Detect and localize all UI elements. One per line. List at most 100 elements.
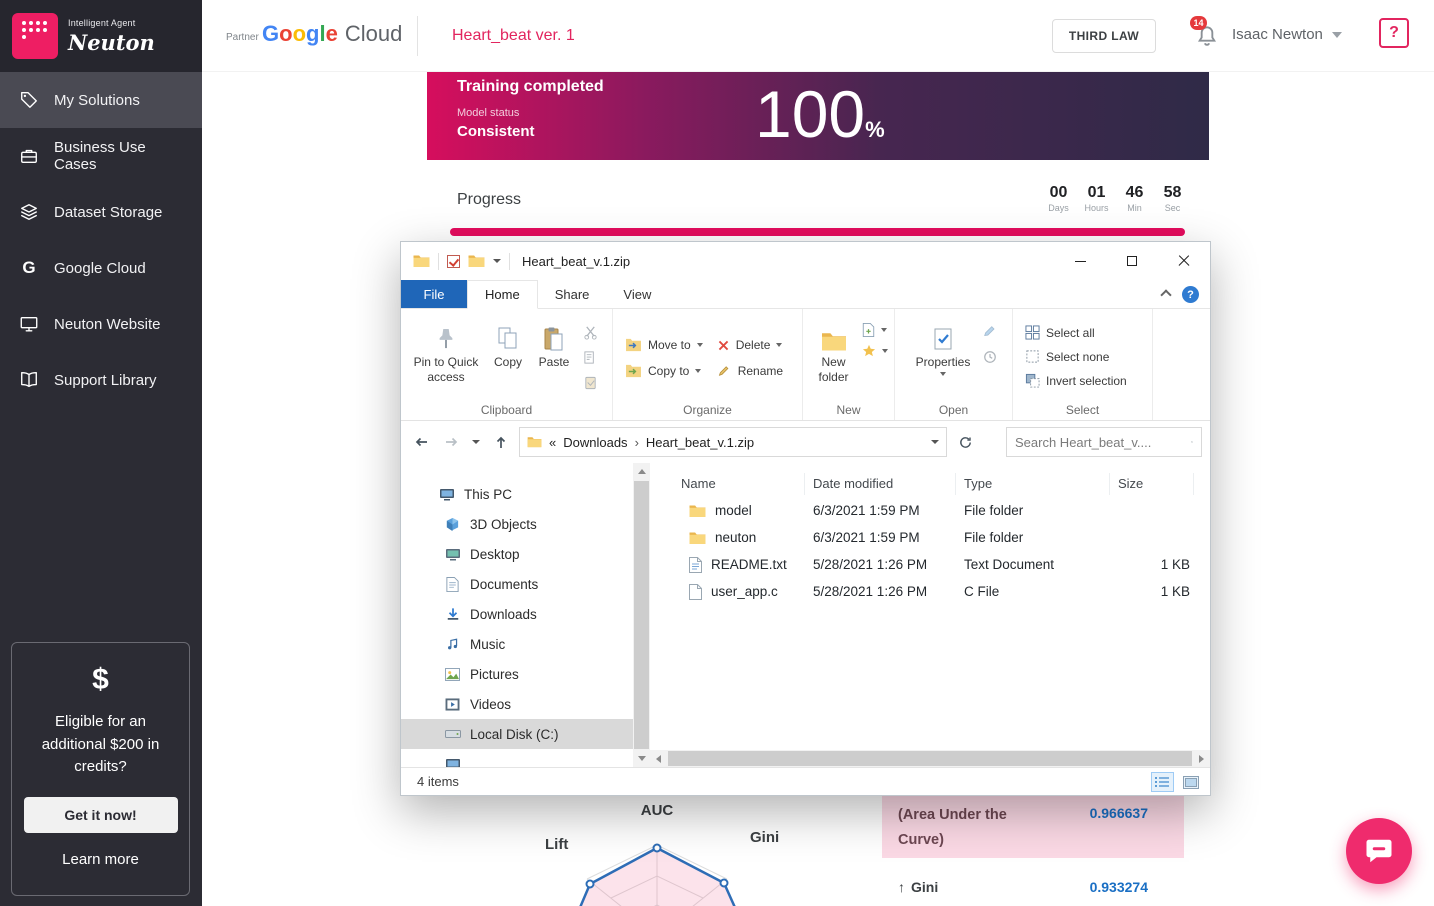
brand-logo[interactable]: Intelligent Agent Neuton	[0, 0, 202, 72]
back-button[interactable]	[409, 430, 433, 454]
explorer-help-button[interactable]: ?	[1182, 286, 1199, 303]
tag-icon	[18, 89, 40, 111]
nav-item-local-disk-c[interactable]: Local Disk (C:)	[401, 719, 633, 749]
address-box[interactable]: « Downloads › Heart_beat_v.1.zip	[519, 427, 947, 457]
column-size[interactable]: Size	[1110, 473, 1194, 495]
get-it-now-button[interactable]: Get it now!	[24, 797, 178, 833]
paste-shortcut-icon[interactable]	[581, 373, 599, 391]
pin-icon	[407, 318, 485, 352]
scroll-up-icon[interactable]	[633, 463, 650, 480]
pin-to-quick-access-button[interactable]: Pin to Quick access	[407, 314, 485, 402]
minimize-button[interactable]	[1054, 242, 1106, 280]
select-all-button[interactable]: Select all	[1025, 325, 1127, 340]
nav-item-music[interactable]: Music	[401, 629, 633, 659]
nav-item-this-pc[interactable]: This PC	[401, 479, 633, 509]
thumbnail-view-button[interactable]	[1179, 772, 1202, 792]
neuton-logo-icon	[12, 13, 58, 59]
edit-icon[interactable]	[981, 323, 999, 341]
copy-path-icon[interactable]	[581, 348, 599, 366]
horizontal-scrollbar[interactable]	[650, 750, 1210, 767]
properties-button[interactable]: Properties	[909, 314, 977, 402]
search-input[interactable]	[1015, 435, 1191, 450]
column-date-modified[interactable]: Date modified	[805, 473, 956, 495]
recent-locations-button[interactable]	[469, 430, 483, 454]
sidebar-item-neuton-website[interactable]: Neuton Website	[0, 296, 202, 352]
sidebar-item-my-solutions[interactable]: My Solutions	[0, 72, 202, 128]
scrollbar-thumb[interactable]	[634, 481, 649, 749]
details-view-button[interactable]	[1151, 772, 1174, 792]
qat-dropdown-icon[interactable]	[493, 259, 501, 263]
column-name[interactable]: Name	[681, 473, 805, 495]
scroll-down-icon[interactable]	[633, 750, 650, 767]
tab-share[interactable]: Share	[538, 280, 607, 308]
nav-item-downloads[interactable]: Downloads	[401, 599, 633, 629]
tab-file[interactable]: File	[401, 280, 467, 308]
third-law-button[interactable]: THIRD LAW	[1052, 19, 1156, 53]
collapse-ribbon-icon[interactable]	[1160, 289, 1171, 300]
breadcrumb-downloads[interactable]: Downloads	[563, 435, 627, 450]
nav-item-documents[interactable]: Documents	[401, 569, 633, 599]
scrollbar-thumb[interactable]	[668, 751, 1192, 766]
tab-home[interactable]: Home	[467, 280, 538, 309]
column-type[interactable]: Type	[956, 473, 1110, 495]
scroll-left-icon[interactable]	[650, 750, 667, 767]
timer-value: 01	[1084, 184, 1109, 202]
collapsed-path-icon[interactable]: «	[549, 435, 556, 450]
chevron-down-icon	[940, 372, 946, 376]
close-button[interactable]	[1158, 242, 1210, 280]
invert-selection-button[interactable]: Invert selection	[1025, 373, 1127, 388]
new-small-buttons	[862, 314, 888, 402]
notifications-button[interactable]: 14	[1196, 24, 1220, 48]
file-row-model[interactable]: model 6/3/2021 1:59 PM File folder	[650, 497, 1210, 524]
google-letter: g	[306, 21, 319, 47]
easy-access-button[interactable]	[862, 344, 888, 357]
breadcrumb-current[interactable]: Heart_beat_v.1.zip	[646, 435, 754, 450]
chat-widget-button[interactable]	[1346, 818, 1412, 884]
file-row-neuton[interactable]: neuton 6/3/2021 1:59 PM File folder	[650, 524, 1210, 551]
solution-title: Heart_beat ver. 1	[452, 27, 575, 45]
delete-button[interactable]: Delete	[717, 338, 783, 352]
sidebar-item-support-library[interactable]: Support Library	[0, 352, 202, 408]
nav-item-3d-objects[interactable]: 3D Objects	[401, 509, 633, 539]
qat-checkbox-icon[interactable]	[447, 255, 460, 268]
select-none-button[interactable]: Select none	[1025, 349, 1127, 364]
address-dropdown-icon[interactable]	[931, 440, 939, 444]
user-menu[interactable]: Isaac Newton	[1232, 26, 1342, 43]
tree-scrollbar[interactable]	[633, 463, 650, 767]
move-to-button[interactable]: Move to	[625, 338, 703, 352]
nav-item-partial[interactable]	[401, 749, 633, 767]
copy-button[interactable]: Copy	[485, 314, 531, 402]
maximize-button[interactable]	[1106, 242, 1158, 280]
forward-button[interactable]	[439, 430, 463, 454]
tab-view[interactable]: View	[606, 280, 668, 308]
search-icon[interactable]	[1191, 435, 1193, 449]
refresh-button[interactable]	[953, 430, 977, 454]
explorer-titlebar[interactable]: Heart_beat_v.1.zip	[401, 242, 1210, 280]
help-button[interactable]: ?	[1379, 18, 1409, 48]
nav-item-videos[interactable]: Videos	[401, 689, 633, 719]
new-item-button[interactable]	[862, 323, 888, 337]
learn-more-link[interactable]: Learn more	[62, 851, 139, 868]
new-folder-label: New folder	[818, 355, 848, 384]
paste-button[interactable]: Paste	[531, 314, 577, 402]
file-row-readme[interactable]: README.txt 5/28/2021 1:26 PM Text Docume…	[650, 551, 1210, 578]
up-button[interactable]	[489, 430, 513, 454]
history-icon[interactable]	[981, 348, 999, 366]
nav-item-desktop[interactable]: Desktop	[401, 539, 633, 569]
cut-icon[interactable]	[581, 323, 599, 341]
percent-value: 100	[755, 77, 865, 151]
nav-item-pictures[interactable]: Pictures	[401, 659, 633, 689]
rename-button[interactable]: Rename	[717, 364, 783, 378]
sidebar-item-google-cloud[interactable]: G Google Cloud	[0, 240, 202, 296]
file-row-user-app[interactable]: user_app.c 5/28/2021 1:26 PM C File 1 KB	[650, 578, 1210, 605]
new-folder-button[interactable]: New folder	[809, 314, 858, 402]
ribbon-group-organize: Move to Copy to Delete	[613, 309, 803, 420]
qat-folder-icon[interactable]	[468, 254, 485, 268]
sidebar-item-business-use-cases[interactable]: Business Use Cases	[0, 128, 202, 184]
sidebar-item-dataset-storage[interactable]: Dataset Storage	[0, 184, 202, 240]
nav-item-label: 3D Objects	[470, 517, 537, 532]
copy-to-button[interactable]: Copy to	[625, 364, 703, 378]
ribbon-group-select: Select all Select none Invert selection …	[1013, 309, 1153, 420]
scroll-right-icon[interactable]	[1193, 750, 1210, 767]
close-icon	[1178, 255, 1190, 267]
